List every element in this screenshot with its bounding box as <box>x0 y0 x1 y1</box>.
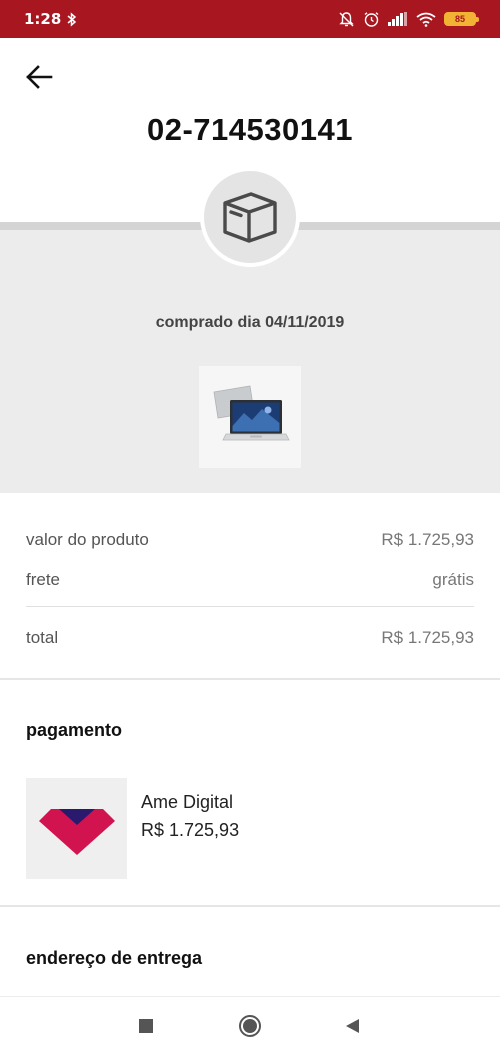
section-divider <box>0 678 500 680</box>
alarm-icon <box>364 11 379 27</box>
status-bar: 1:28 85 <box>0 0 500 38</box>
product-value: R$ 1.725,93 <box>381 530 474 549</box>
payment-amount: R$ 1.725,93 <box>141 820 240 840</box>
order-status-badge <box>200 167 300 267</box>
product-value-label: valor do produto <box>26 530 149 549</box>
square-icon <box>139 1019 153 1033</box>
wifi-icon <box>416 12 436 27</box>
product-thumbnail[interactable] <box>199 366 301 468</box>
ame-digital-logo <box>38 808 115 855</box>
shipping-label: frete <box>26 570 61 589</box>
package-box-icon <box>223 192 277 243</box>
payment-method-name: Ame Digital <box>141 792 234 812</box>
order-number: 02-714530141 <box>147 112 353 147</box>
status-left: 1:28 <box>24 10 77 28</box>
battery-level: 85 <box>454 14 465 24</box>
back-button[interactable] <box>22 60 56 94</box>
arrow-left-icon <box>26 65 53 89</box>
triangle-back-icon <box>346 1019 359 1033</box>
shipping-row: frete grátis <box>26 570 474 590</box>
delivery-address-title: endereço de entrega <box>26 948 203 968</box>
payment-method-logo <box>26 778 127 879</box>
total-label: total <box>26 628 59 647</box>
total-row: total R$ 1.725,93 <box>26 628 474 648</box>
bluetooth-icon <box>67 11 77 27</box>
product-value-row: valor do produto R$ 1.725,93 <box>26 530 474 550</box>
back-nav-button[interactable] <box>337 1011 367 1041</box>
battery-icon: 85 <box>444 12 479 26</box>
status-time: 1:28 <box>24 10 62 28</box>
total-value: R$ 1.725,93 <box>381 628 474 647</box>
system-nav-bar <box>0 996 500 1056</box>
payment-title: pagamento <box>26 720 123 740</box>
home-circle-icon <box>239 1015 261 1037</box>
home-button[interactable] <box>235 1011 265 1041</box>
order-status-badge-inner <box>204 171 296 263</box>
recent-apps-button[interactable] <box>131 1011 161 1041</box>
section-divider-2 <box>0 905 500 907</box>
status-right: 85 <box>338 11 479 28</box>
signal-icon <box>388 12 407 26</box>
notifications-off-icon <box>339 11 354 26</box>
purchase-date: comprado dia 04/11/2019 <box>155 314 345 331</box>
laptop-product-image <box>213 385 290 441</box>
shipping-value: grátis <box>432 570 474 589</box>
pricing-divider <box>26 606 474 607</box>
